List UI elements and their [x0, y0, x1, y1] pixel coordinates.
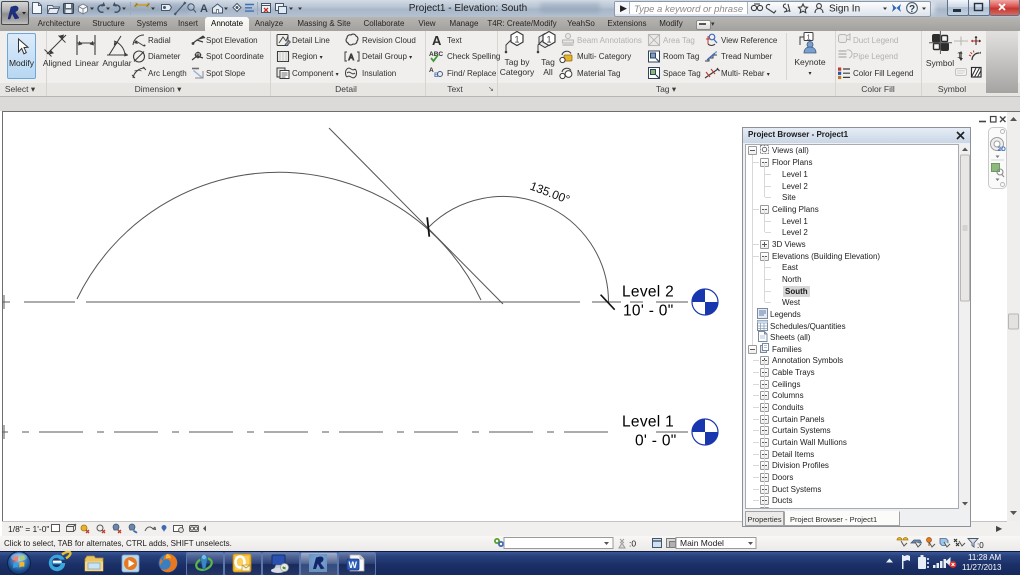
svg-text:1: 1: [515, 35, 520, 45]
svg-text:0' - 0": 0' - 0": [635, 433, 677, 450]
svg-text:?: ?: [909, 4, 915, 15]
svg-text:Main Model: Main Model: [680, 538, 724, 548]
svg-text:135.00°: 135.00°: [528, 179, 572, 207]
svg-text:10' - 0": 10' - 0": [623, 303, 674, 320]
svg-text:Sign In: Sign In: [829, 4, 860, 15]
svg-text:1: 1: [807, 33, 811, 42]
svg-text::0: :0: [629, 539, 636, 549]
svg-text:1: 1: [547, 35, 552, 45]
svg-text:1: 1: [957, 51, 962, 60]
svg-text::0: :0: [977, 541, 984, 550]
svg-text:Level 1: Level 1: [622, 414, 674, 431]
svg-text:W: W: [349, 560, 358, 570]
svg-text:A: A: [200, 3, 208, 15]
svg-text:A: A: [349, 53, 355, 62]
svg-text:2D: 2D: [998, 146, 1007, 153]
svg-text:Level 2: Level 2: [622, 284, 674, 301]
svg-text:A: A: [432, 33, 442, 48]
